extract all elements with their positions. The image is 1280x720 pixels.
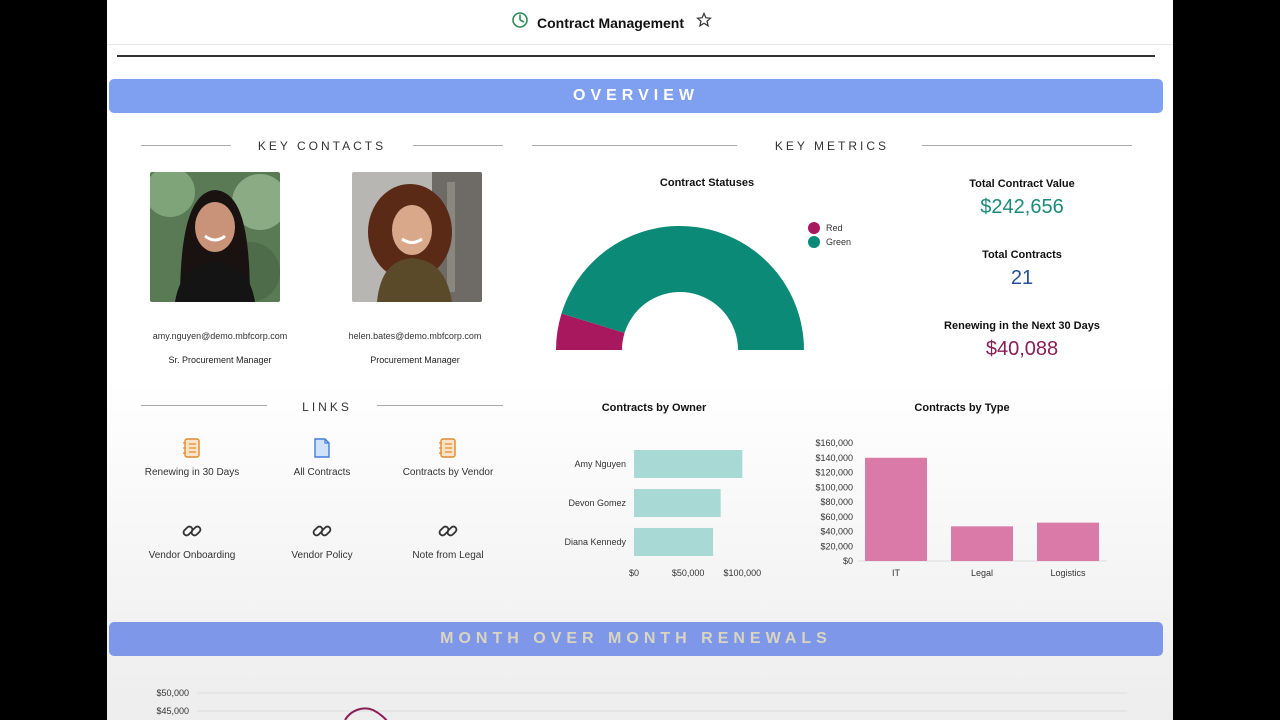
type-y-tick: $80,000 xyxy=(820,497,853,507)
month-over-month-banner: MONTH OVER MONTH RENEWALS xyxy=(109,622,1163,656)
owner-bar[interactable] xyxy=(634,489,721,517)
link-icon xyxy=(438,525,458,537)
links-heading: LINKS xyxy=(302,400,352,414)
favorite-star-icon[interactable] xyxy=(696,12,713,33)
notebook-icon xyxy=(183,438,200,458)
top-bar: Contract Management xyxy=(107,0,1173,45)
link-label: Vendor Policy xyxy=(291,550,353,561)
mom-y-tick: $50,000 xyxy=(156,688,189,698)
key-metrics-heading: KEY METRICS xyxy=(774,139,890,153)
link-all-contracts[interactable]: All Contracts xyxy=(257,437,387,478)
total-contracts-label: Total Contracts xyxy=(982,249,1062,261)
total-value: $242,656 xyxy=(980,196,1064,218)
owner-label: Amy Nguyen xyxy=(574,459,626,469)
contact-email[interactable]: helen.bates@demo.mbfcorp.com xyxy=(325,331,505,341)
link-label: Vendor Onboarding xyxy=(148,550,236,561)
type-y-tick: $20,000 xyxy=(820,541,853,551)
chart-title: Contracts by Type xyxy=(914,402,1010,414)
overview-banner: OVERVIEW xyxy=(109,79,1163,113)
divider xyxy=(117,55,1155,57)
contracts-by-owner-chart[interactable]: Amy Nguyen Devon Gomez Diana Kennedy $0 $50,… xyxy=(547,440,787,585)
renewing-value: $40,088 xyxy=(985,338,1059,360)
key-contacts-heading: KEY CONTACTS xyxy=(257,139,387,153)
legend-item-green[interactable]: Green xyxy=(808,235,851,249)
dashboard-page: Contract Management OVERVIEW KEY CONTACT… xyxy=(107,0,1173,720)
contact-role: Sr. Procurement Manager xyxy=(168,355,272,365)
owner-label: Devon Gomez xyxy=(568,498,626,508)
link-label: Contracts by Vendor xyxy=(402,467,494,478)
link-vendor-policy[interactable]: Vendor Policy xyxy=(257,520,387,561)
owner-label: Diana Kennedy xyxy=(564,537,626,547)
link-note-from-legal[interactable]: Note from Legal xyxy=(383,520,513,561)
link-icon xyxy=(312,525,332,537)
legend-item-red[interactable]: Red xyxy=(808,221,851,235)
link-icon xyxy=(182,525,202,537)
contract-status-chart[interactable] xyxy=(547,215,807,360)
type-x-label: Legal xyxy=(971,568,993,578)
type-y-tick: $140,000 xyxy=(815,453,853,463)
document-icon xyxy=(314,438,330,458)
page-title: Contract Management xyxy=(537,14,685,31)
chart-title: Contract Statuses xyxy=(659,177,755,189)
renewing-label: Renewing in the Next 30 Days xyxy=(944,320,1100,332)
total-value-label: Total Contract Value xyxy=(969,178,1075,190)
contact-email[interactable]: amy.nguyen@demo.mbfcorp.com xyxy=(130,331,310,341)
owner-x-tick: $0 xyxy=(629,568,639,578)
month-over-month-chart[interactable]: $50,000 $45,000 xyxy=(137,684,1137,720)
owner-x-tick: $100,000 xyxy=(724,568,762,578)
contracts-by-type-chart[interactable]: $0 $20,000 $40,000 $60,000 $80,000 $100,000 $1… xyxy=(787,433,1117,585)
mom-y-tick: $45,000 xyxy=(156,706,189,716)
owner-x-tick: $50,000 xyxy=(672,568,705,578)
status-legend: Red Green xyxy=(808,221,851,249)
total-contracts: 21 xyxy=(1010,267,1034,289)
contact-role: Procurement Manager xyxy=(370,355,460,365)
chart-title: Contracts by Owner xyxy=(601,402,707,414)
type-x-label: Logistics xyxy=(1050,568,1086,578)
owner-bar[interactable] xyxy=(634,528,714,556)
type-bar[interactable] xyxy=(1037,522,1099,561)
type-bar[interactable] xyxy=(865,457,927,561)
notebook-icon xyxy=(439,438,456,458)
type-y-tick: $160,000 xyxy=(815,438,853,448)
dashboard-icon xyxy=(511,11,529,34)
link-contracts-by-vendor[interactable]: Contracts by Vendor xyxy=(383,437,513,478)
type-bar[interactable] xyxy=(951,526,1013,561)
link-label: All Contracts xyxy=(293,467,351,478)
type-y-tick: $60,000 xyxy=(820,512,853,522)
link-vendor-onboarding[interactable]: Vendor Onboarding xyxy=(127,520,257,561)
contact-photo-helen xyxy=(352,172,482,302)
owner-bar[interactable] xyxy=(634,450,743,478)
type-y-tick: $40,000 xyxy=(820,527,853,537)
type-y-tick: $0 xyxy=(843,556,853,566)
link-label: Renewing in 30 Days xyxy=(144,467,240,478)
contact-photo-amy xyxy=(150,172,280,302)
mom-series-line[interactable] xyxy=(344,707,389,720)
type-x-label: IT xyxy=(892,568,901,578)
type-y-tick: $120,000 xyxy=(815,468,853,478)
link-label: Note from Legal xyxy=(412,550,484,561)
type-y-tick: $100,000 xyxy=(815,482,853,492)
link-renewing-30-days[interactable]: Renewing in 30 Days xyxy=(127,437,257,478)
